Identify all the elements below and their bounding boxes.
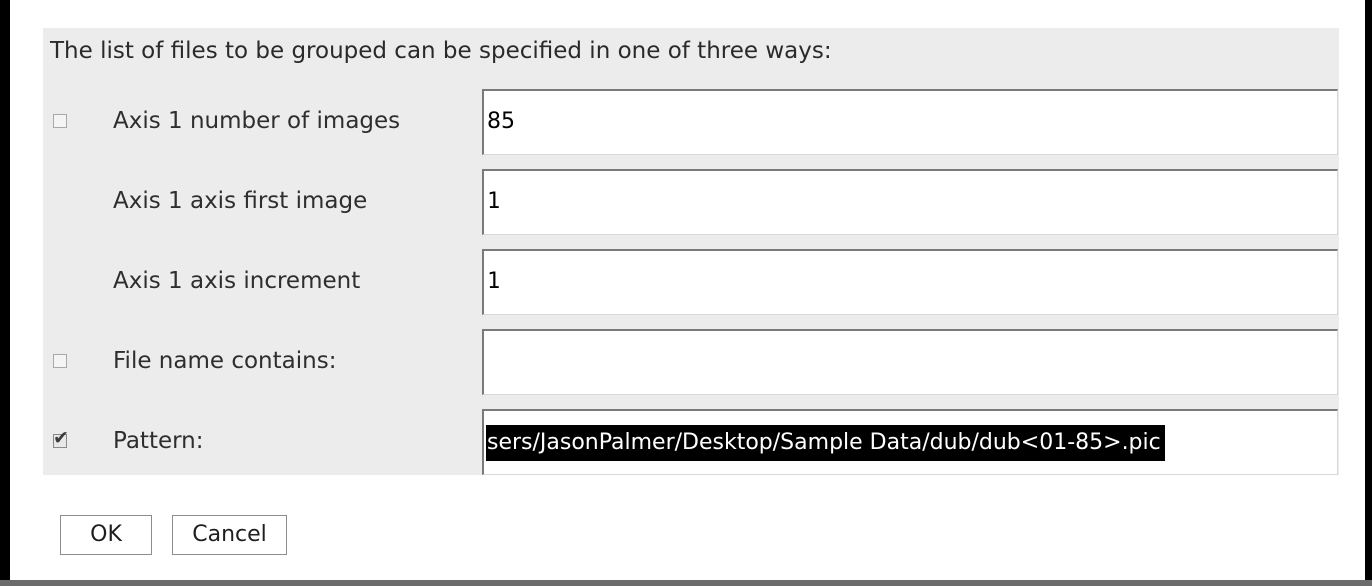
axis-increment-field[interactable]: 1 <box>482 249 1338 315</box>
axis-increment-value: 1 <box>487 269 501 294</box>
axis-first-image-label: Axis 1 axis first image <box>113 188 368 214</box>
file-name-contains-checkbox[interactable] <box>53 354 67 368</box>
axis-number-of-images-checkbox[interactable] <box>53 114 67 128</box>
group-files-dialog: The list of files to be grouped can be s… <box>0 0 1372 586</box>
axis-increment-label: Axis 1 axis increment <box>113 268 361 294</box>
axis-first-image-field[interactable]: 1 <box>482 169 1338 235</box>
pattern-field[interactable]: sers/JasonPalmer/Desktop/Sample Data/dub… <box>482 409 1338 475</box>
ok-button[interactable]: OK <box>60 515 152 555</box>
window-border-right <box>1365 0 1372 586</box>
axis-first-image-value: 1 <box>487 189 501 214</box>
pattern-checkbox[interactable]: ✔ <box>53 429 69 448</box>
intro-text: The list of files to be grouped can be s… <box>50 38 832 64</box>
file-name-contains-label: File name contains: <box>113 348 337 374</box>
cancel-button[interactable]: Cancel <box>172 515 287 555</box>
axis-number-of-images-label: Axis 1 number of images <box>113 108 401 134</box>
axis-number-of-images-field[interactable]: 85 <box>482 89 1338 155</box>
pattern-value-selected: sers/JasonPalmer/Desktop/Sample Data/dub… <box>486 425 1165 461</box>
file-name-contains-field[interactable] <box>482 329 1338 395</box>
window-border-left <box>0 0 10 586</box>
axis-number-of-images-value: 85 <box>487 109 515 134</box>
checkmark-icon: ✔ <box>53 427 69 449</box>
window-border-bottom <box>0 580 1372 586</box>
pattern-label: Pattern: <box>113 428 204 454</box>
